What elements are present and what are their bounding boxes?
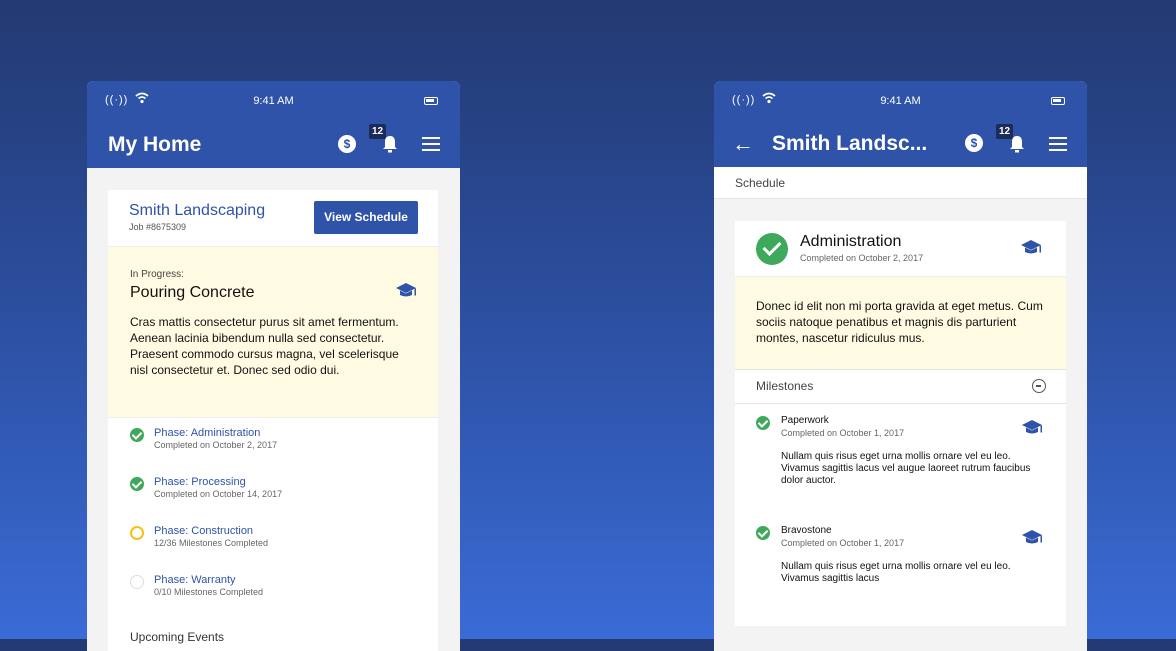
app-header: ((·)) 9:41 AM ← Smith Landsc... $ 12 <box>714 81 1087 167</box>
upcoming-events-heading: Upcoming Events <box>130 630 225 644</box>
phase-description-panel: Donec id elit non mi porta gravida at eg… <box>735 276 1066 370</box>
milestone-date: Completed on October 1, 2017 <box>781 538 905 548</box>
phase-name[interactable]: Phase: Construction <box>154 525 253 537</box>
collapse-icon[interactable] <box>1032 379 1046 393</box>
battery-icon <box>424 97 438 105</box>
notification-badge: 12 <box>369 124 387 139</box>
graduation-cap-icon[interactable] <box>1020 238 1042 258</box>
menu-icon[interactable] <box>1049 137 1067 151</box>
back-arrow-icon[interactable]: ← <box>732 131 754 157</box>
status-bar: ((·)) 9:41 AM <box>714 92 1087 109</box>
phase-title: Administration <box>800 233 902 250</box>
phase-completed-date: Completed on October 2, 2017 <box>800 253 924 263</box>
check-icon <box>130 477 144 491</box>
battery-icon <box>1051 97 1065 105</box>
phone-home-screen: ((·)) 9:41 AM My Home $ 12 Smith Landsca… <box>87 81 460 651</box>
coin-icon[interactable]: $ <box>338 135 356 153</box>
phase-status: Completed on October 2, 2017 <box>154 440 278 450</box>
phase-name[interactable]: Phase: Warranty <box>154 574 236 586</box>
phase-detail-card: Administration Completed on October 2, 2… <box>735 221 1066 626</box>
milestone-date: Completed on October 1, 2017 <box>781 428 905 438</box>
check-icon <box>756 233 788 265</box>
check-icon <box>756 526 770 540</box>
coin-icon[interactable]: $ <box>965 134 983 152</box>
in-progress-description: Cras mattis consectetur purus sit amet f… <box>130 315 399 377</box>
milestones-label: Milestones <box>756 379 814 393</box>
in-progress-title: Pouring Concrete <box>130 284 255 301</box>
page-title: My Home <box>108 133 202 156</box>
status-bar: ((·)) 9:41 AM <box>87 92 460 109</box>
check-icon <box>756 416 770 430</box>
empty-ring-icon <box>130 575 144 589</box>
job-card: Smith Landscaping Job #8675309 View Sche… <box>108 190 438 651</box>
job-name[interactable]: Smith Landscaping <box>129 202 265 220</box>
milestone-description: Nullam quis risus eget urna mollis ornar… <box>781 561 1011 584</box>
phone-schedule-screen: ((·)) 9:41 AM ← Smith Landsc... $ 12 Sch… <box>714 81 1087 651</box>
milestone-name: Bravostone <box>781 525 832 536</box>
graduation-cap-icon[interactable] <box>1021 528 1043 548</box>
phase-name[interactable]: Phase: Processing <box>154 476 246 488</box>
notification-badge: 12 <box>996 124 1014 139</box>
milestones-header[interactable]: Milestones <box>735 369 1066 404</box>
milestone-description: Nullam quis risus eget urna mollis ornar… <box>781 451 1031 486</box>
milestone-name: Paperwork <box>781 415 829 426</box>
phase-description: Donec id elit non mi porta gravida at eg… <box>756 299 1043 345</box>
job-number: Job #8675309 <box>129 222 187 232</box>
phase-status: Completed on October 14, 2017 <box>154 489 283 499</box>
breadcrumb-schedule[interactable]: Schedule <box>735 176 785 190</box>
phase-status: 0/10 Milestones Completed <box>154 587 264 597</box>
app-header: ((·)) 9:41 AM My Home $ 12 <box>87 81 460 168</box>
breadcrumb: Schedule <box>714 167 1087 199</box>
graduation-cap-icon[interactable] <box>395 281 417 301</box>
phase-name[interactable]: Phase: Administration <box>154 427 260 439</box>
in-progress-panel: In Progress: Pouring Concrete Cras matti… <box>108 246 438 418</box>
menu-icon[interactable] <box>422 137 440 151</box>
view-schedule-button[interactable]: View Schedule <box>314 201 418 234</box>
in-progress-label: In Progress: <box>130 269 184 280</box>
clock: 9:41 AM <box>880 95 921 107</box>
graduation-cap-icon[interactable] <box>1021 418 1043 438</box>
check-icon <box>130 428 144 442</box>
in-progress-ring-icon <box>130 526 144 540</box>
phase-status: 12/36 Milestones Completed <box>154 538 269 548</box>
clock: 9:41 AM <box>253 95 294 107</box>
page-title: Smith Landsc... <box>772 132 928 155</box>
